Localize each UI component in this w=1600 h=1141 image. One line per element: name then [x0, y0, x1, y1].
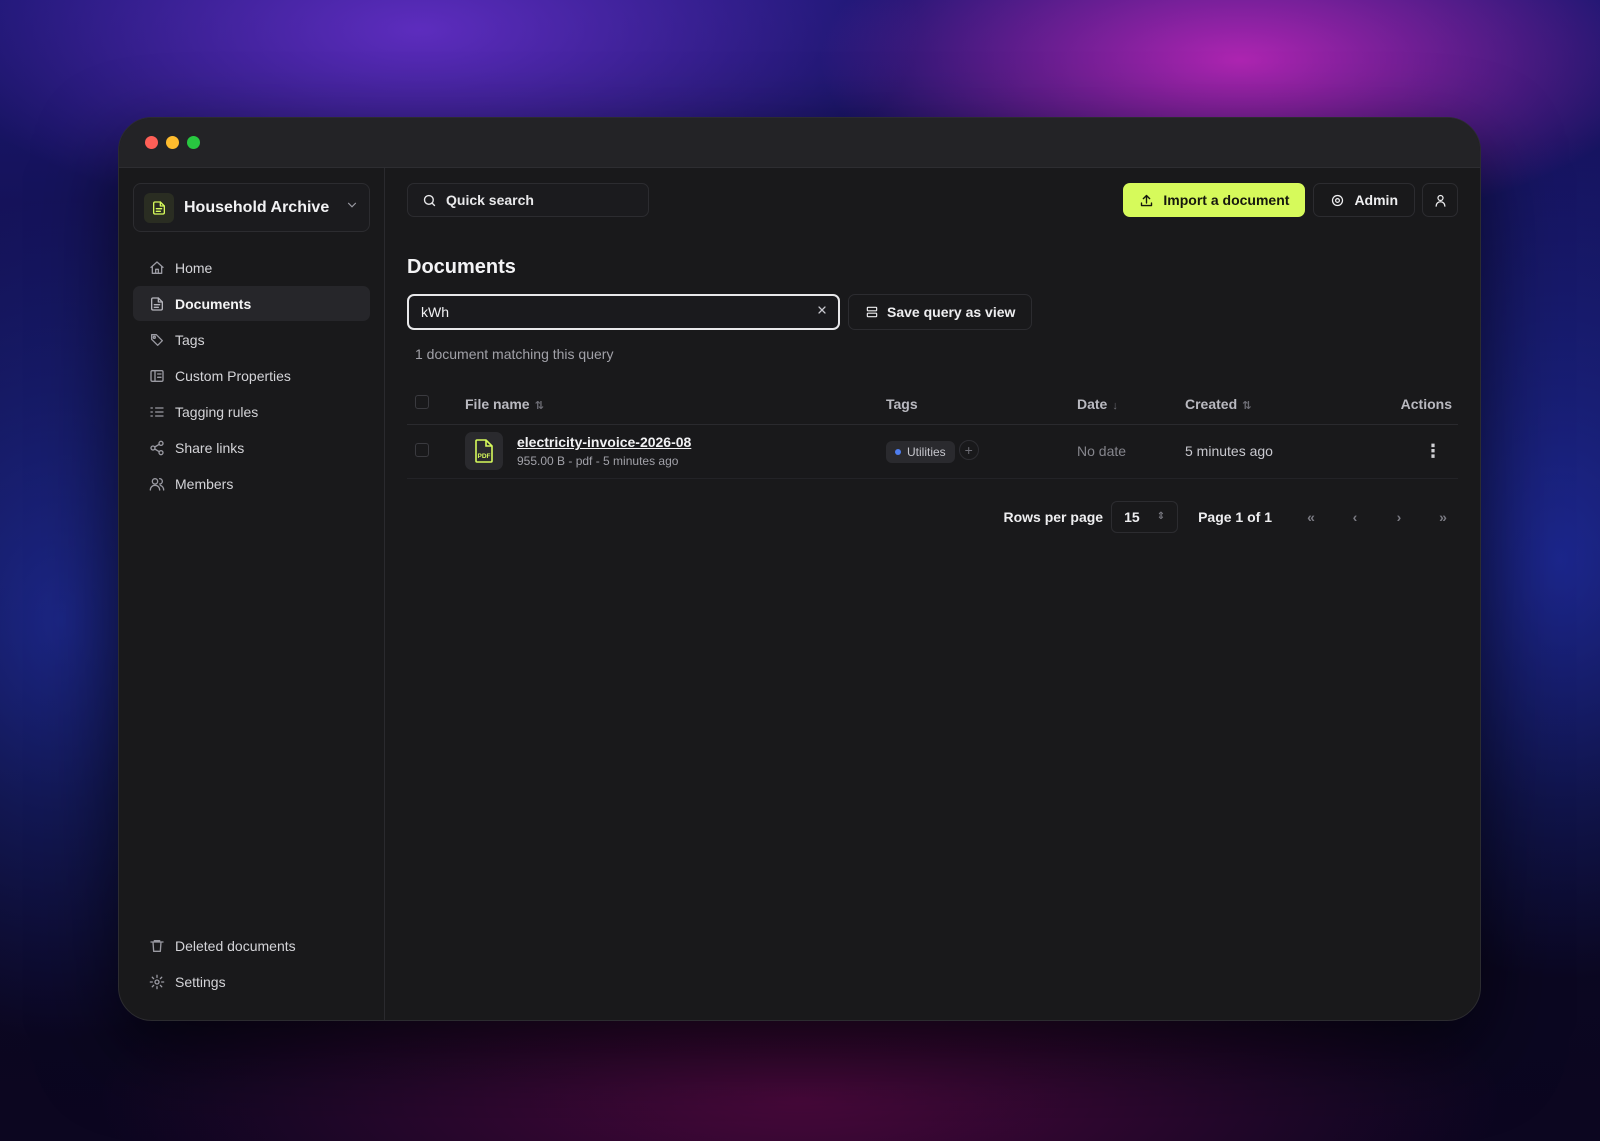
- add-tag-button[interactable]: +: [958, 439, 979, 460]
- share-icon: [150, 440, 164, 455]
- search-icon: [423, 194, 436, 206]
- maximize-window-button[interactable]: [187, 136, 200, 149]
- minimize-window-button[interactable]: [166, 136, 179, 149]
- more-actions-button[interactable]: ⋮: [1424, 441, 1442, 461]
- sort-icon: ⇅: [534, 399, 544, 412]
- top-bar: Quick search Import a document Admin: [407, 183, 1458, 217]
- sidebar-item-home[interactable]: Home: [133, 250, 370, 285]
- match-count: 1 document matching this query: [415, 346, 614, 362]
- pdf-file-icon: PDF: [465, 432, 503, 470]
- sort-icon: ⇅: [1242, 399, 1252, 412]
- app-window: Household Archive Home Documents Tags Cu…: [118, 117, 1481, 1021]
- admin-label: Admin: [1354, 192, 1398, 208]
- sidebar-item-label: Custom Properties: [175, 367, 291, 384]
- workspace-switcher[interactable]: Household Archive: [133, 183, 370, 232]
- admin-button[interactable]: Admin: [1313, 183, 1415, 217]
- sort-desc-icon: ↓: [1112, 399, 1118, 412]
- row-checkbox[interactable]: [415, 442, 429, 457]
- tag-color-dot: [895, 448, 901, 455]
- title-bar: [119, 118, 1480, 168]
- query-field: [407, 294, 840, 330]
- file-meta: 955.00 B - pdf - 5 minutes ago: [517, 454, 679, 468]
- previous-page-button[interactable]: ‹: [1340, 502, 1370, 532]
- column-header-actions: Actions: [1350, 384, 1458, 425]
- sidebar-item-deleted-documents[interactable]: Deleted documents: [133, 928, 370, 963]
- close-window-button[interactable]: [145, 136, 158, 149]
- rows-per-page-value: 15: [1124, 508, 1140, 525]
- sidebar-item-documents[interactable]: Documents: [133, 286, 370, 321]
- sidebar-item-label: Documents: [175, 295, 252, 312]
- quick-search-button[interactable]: Quick search: [407, 183, 649, 217]
- rows-per-page-select[interactable]: 15 ⇕: [1111, 500, 1179, 533]
- chevron-down-icon: [345, 198, 359, 217]
- sidebar-item-label: Settings: [175, 973, 226, 990]
- next-page-button[interactable]: ›: [1384, 502, 1414, 532]
- column-header-date[interactable]: Date ↓: [1077, 384, 1185, 425]
- query-input[interactable]: [421, 304, 816, 320]
- user-menu-button[interactable]: [1422, 183, 1458, 217]
- page-indicator: Page 1 of 1: [1198, 508, 1272, 525]
- close-icon: [818, 306, 826, 314]
- file-name-link[interactable]: electricity-invoice-2026-08: [517, 434, 691, 450]
- clear-query-button[interactable]: [816, 303, 828, 321]
- sidebar-item-settings[interactable]: Settings: [133, 964, 370, 999]
- column-header-created[interactable]: Created ⇅: [1185, 384, 1351, 425]
- first-page-button[interactable]: «: [1296, 502, 1326, 532]
- tag-label: Utilities: [907, 444, 946, 459]
- select-all-checkbox[interactable]: [415, 395, 429, 410]
- document-created: 5 minutes ago: [1185, 424, 1351, 479]
- file-type-label: PDF: [478, 453, 491, 460]
- home-icon: [150, 260, 164, 274]
- main-content: Quick search Import a document Admin Doc…: [385, 168, 1480, 1020]
- gear-icon: [1332, 194, 1344, 206]
- document-icon: [144, 192, 174, 223]
- last-page-button[interactable]: »: [1428, 502, 1458, 532]
- save-query-label: Save query as view: [887, 304, 1016, 320]
- sidebar-item-members[interactable]: Members: [133, 466, 370, 501]
- sidebar-item-tags[interactable]: Tags: [133, 322, 370, 357]
- documents-table: File name ⇅ Tags Date ↓ Created ⇅ Actions: [407, 384, 1458, 479]
- save-query-as-view-button[interactable]: Save query as view: [848, 294, 1033, 330]
- rows-per-page-label: Rows per page: [1003, 508, 1104, 525]
- pagination: Rows per page 15 ⇕ Page 1 of 1 « ‹ › »: [407, 500, 1458, 533]
- gear-icon: [149, 974, 165, 989]
- document-icon: [151, 296, 163, 311]
- properties-icon: [150, 369, 164, 382]
- trash-icon: [150, 939, 164, 952]
- sidebar-item-label: Share links: [175, 439, 245, 456]
- workspace-name: Household Archive: [184, 198, 330, 216]
- quick-search-label: Quick search: [446, 192, 534, 208]
- sidebar-item-label: Tags: [175, 331, 205, 348]
- chevron-up-down-icon: ⇕: [1156, 511, 1166, 522]
- sidebar-item-share-links[interactable]: Share links: [133, 430, 370, 465]
- import-document-button[interactable]: Import a document: [1123, 183, 1306, 217]
- users-icon: [149, 477, 165, 491]
- import-document-label: Import a document: [1163, 192, 1290, 208]
- sidebar-item-label: Home: [175, 259, 213, 276]
- sidebar-item-tagging-rules[interactable]: Tagging rules: [133, 394, 370, 429]
- page-title: Documents: [407, 256, 516, 278]
- document-date: No date: [1077, 424, 1185, 479]
- table-header-row: File name ⇅ Tags Date ↓ Created ⇅ Actions: [407, 384, 1458, 425]
- sidebar-item-label: Tagging rules: [175, 403, 259, 420]
- sidebar-item-label: Deleted documents: [175, 937, 296, 954]
- layers-icon: [866, 306, 878, 318]
- column-header-tags: Tags: [886, 384, 1077, 425]
- tag-icon: [151, 333, 163, 346]
- table-row: PDF electricity-invoice-2026-08 955.00 B…: [407, 424, 1458, 479]
- sidebar: Household Archive Home Documents Tags Cu…: [119, 168, 385, 1020]
- list-icon: [150, 406, 164, 417]
- column-header-file-name[interactable]: File name ⇅: [465, 384, 886, 425]
- sidebar-item-label: Members: [175, 475, 234, 492]
- tag-chip-utilities[interactable]: Utilities: [886, 440, 955, 463]
- upload-icon: [1141, 194, 1153, 206]
- sidebar-item-custom-properties[interactable]: Custom Properties: [133, 358, 370, 393]
- user-icon: [1435, 194, 1445, 207]
